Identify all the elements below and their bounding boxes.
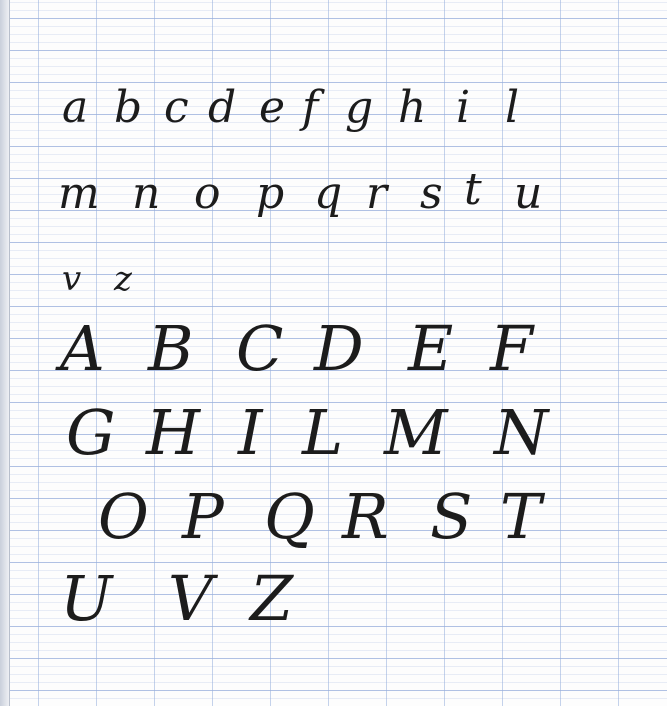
lowercase-m: m: [58, 168, 100, 219]
uppercase-m: M: [384, 396, 448, 469]
lowercase-a: a: [62, 82, 89, 133]
uppercase-a: A: [60, 312, 105, 385]
uppercase-r: R: [342, 480, 389, 553]
uppercase-z: Z: [250, 562, 294, 635]
lowercase-q: q: [314, 168, 343, 219]
uppercase-t: T: [500, 480, 542, 553]
lowercase-g: g: [345, 82, 374, 133]
lowercase-l: l: [505, 82, 520, 133]
lowercase-i: i: [456, 82, 471, 133]
lowercase-r: r: [366, 168, 388, 219]
lowercase-c: c: [164, 82, 189, 133]
lowercase-t: t: [464, 164, 482, 215]
uppercase-o: O: [98, 480, 149, 553]
uppercase-b: B: [148, 312, 194, 385]
lowercase-d: d: [208, 82, 237, 133]
uppercase-l: L: [302, 396, 344, 469]
uppercase-u: U: [60, 562, 113, 635]
uppercase-h: H: [146, 396, 201, 469]
lowercase-h: h: [398, 82, 427, 133]
lowercase-z: z: [114, 259, 132, 299]
uppercase-d: D: [314, 312, 364, 385]
uppercase-i: I: [238, 396, 263, 469]
uppercase-f: F: [490, 312, 534, 385]
uppercase-p: P: [182, 480, 224, 553]
lowercase-v: v: [62, 259, 82, 299]
uppercase-c: C: [236, 312, 284, 385]
lowercase-p: p: [256, 168, 285, 219]
uppercase-s: S: [430, 480, 473, 553]
uppercase-e: E: [408, 312, 454, 385]
lowercase-u: u: [514, 168, 543, 219]
lowercase-f: f: [302, 82, 319, 133]
lowercase-n: n: [132, 168, 161, 219]
uppercase-q: Q: [264, 480, 315, 553]
page-binding: [0, 0, 10, 706]
lowercase-e: e: [259, 82, 286, 133]
notebook-page: a b c d e f g h i l m n o p q r s t u v …: [0, 0, 667, 706]
lowercase-s: s: [420, 168, 443, 219]
uppercase-v: V: [168, 562, 213, 635]
uppercase-g: G: [66, 396, 116, 469]
lowercase-b: b: [114, 82, 143, 133]
uppercase-n: N: [494, 396, 549, 469]
lowercase-o: o: [194, 168, 221, 219]
